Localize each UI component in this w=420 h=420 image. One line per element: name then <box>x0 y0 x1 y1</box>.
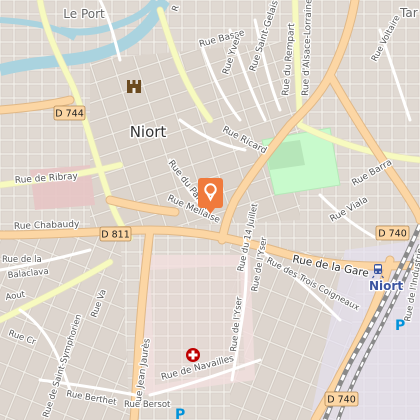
parking-icon-south[interactable]: P <box>175 407 185 420</box>
castle-icon[interactable] <box>127 80 141 93</box>
city-label-niort[interactable]: Niort <box>128 122 168 143</box>
street-label-rue-bersot: Rue Bersot <box>124 400 171 410</box>
district-label-tar: Tar <box>399 6 418 20</box>
parking-icon[interactable]: P <box>395 318 405 334</box>
shield-d740-south: D 740 <box>324 391 359 407</box>
shield-d740-east-label: D 740 <box>378 229 406 240</box>
map-canvas[interactable]: D 744 D 811 D 740 D 740 Le Port Tar Nior… <box>0 0 420 420</box>
hospital-icon[interactable] <box>186 348 200 362</box>
shield-d740-south-label: D 740 <box>327 395 355 406</box>
shield-d744: D 744 <box>53 105 86 121</box>
shield-d811-label: D 811 <box>101 230 129 241</box>
shield-d744-label: D 744 <box>55 109 83 120</box>
station-label-niort[interactable]: Niort <box>368 278 405 295</box>
street-label-rue-de-la: Rue de la <box>2 255 42 265</box>
shield-d740-east: D 740 <box>375 225 410 241</box>
district-label-le-port: Le Port <box>63 7 105 21</box>
parking-label-south: P <box>175 407 185 420</box>
parking-label-station: P <box>395 318 405 334</box>
shield-d811: D 811 <box>99 226 132 242</box>
map-svg[interactable]: D 744 D 811 D 740 D 740 Le Port Tar Nior… <box>0 0 420 420</box>
